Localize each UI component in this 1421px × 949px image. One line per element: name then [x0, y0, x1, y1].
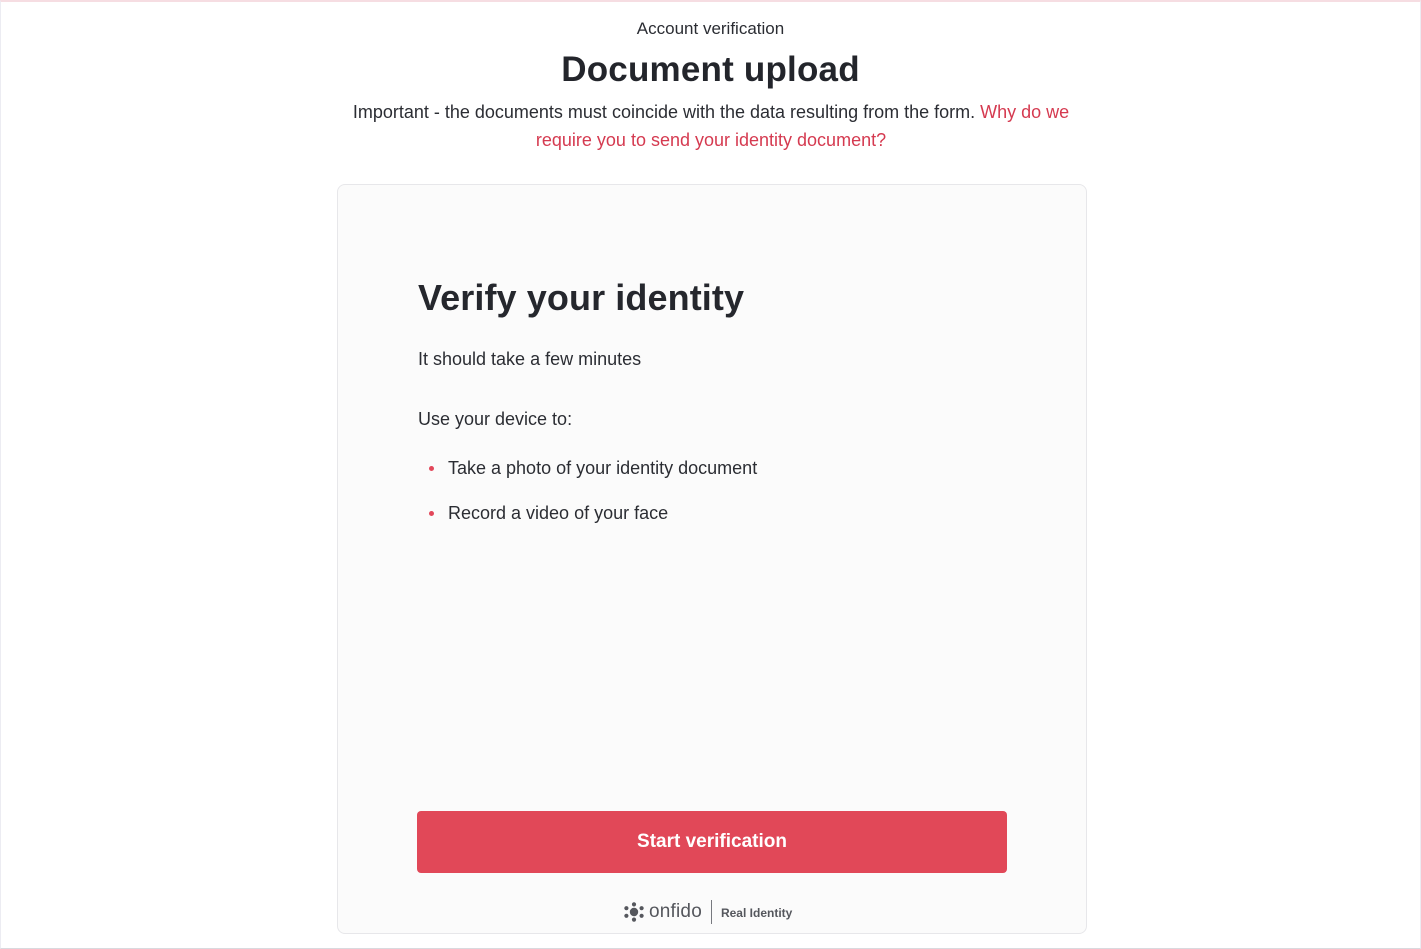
step-text: Take a photo of your identity document: [448, 458, 758, 478]
brand-name: onfido: [649, 901, 702, 922]
onfido-logo-icon: [624, 902, 644, 922]
list-item: Take a photo of your identity document: [418, 453, 757, 498]
bullet-dot-icon: [429, 466, 434, 471]
card-title: Verify your identity: [418, 277, 745, 318]
notice-text: Important - the documents must coincide …: [352, 102, 981, 122]
card-intro: Use your device to:: [418, 409, 573, 429]
brand-tagline: Real Identity: [720, 906, 793, 920]
brand-footer: onfido Real Identity: [624, 899, 792, 925]
brand-divider: [710, 900, 712, 924]
start-verification-button[interactable]: Start verification: [417, 811, 1007, 873]
card-subtitle: It should take a few minutes: [418, 349, 642, 369]
page-eyebrow: Account verification: [636, 19, 785, 38]
list-item: Record a video of your face: [418, 498, 757, 543]
bullet-dot-icon: [429, 511, 434, 516]
important-notice: Important - the documents must coincide …: [331, 98, 1091, 154]
page-title: Document upload: [561, 50, 860, 89]
verification-page: Account verification Document upload Imp…: [0, 0, 1421, 949]
verification-card: Verify your identity It should take a fe…: [337, 184, 1087, 934]
step-text: Record a video of your face: [448, 503, 669, 523]
steps-list: Take a photo of your identity document R…: [418, 453, 757, 543]
